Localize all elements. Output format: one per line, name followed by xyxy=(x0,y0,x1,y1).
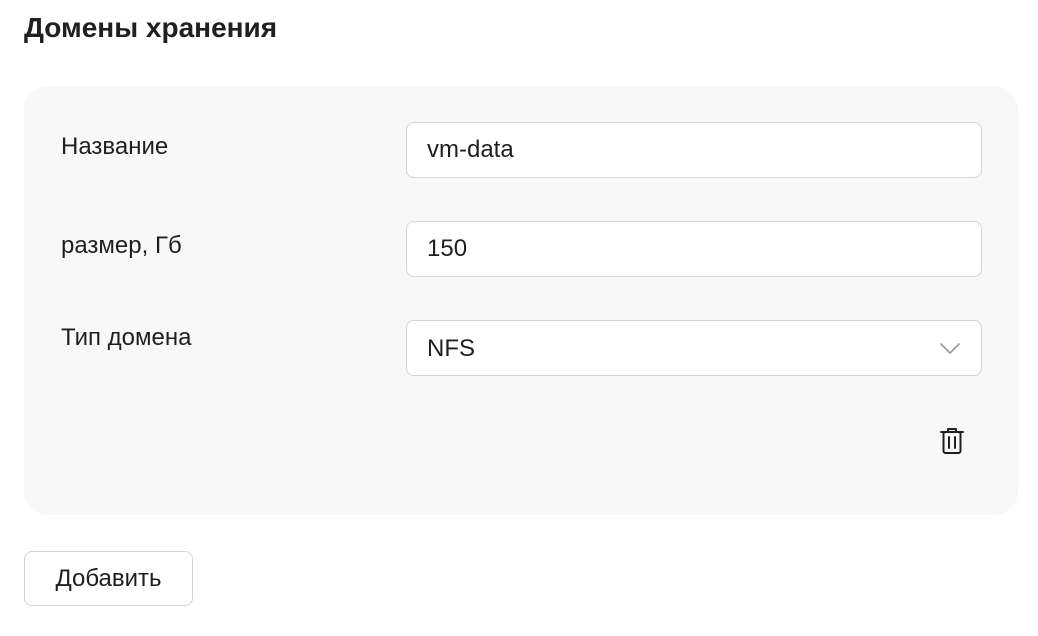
trash-icon[interactable] xyxy=(936,425,968,457)
size-input[interactable] xyxy=(407,222,981,276)
size-label: размер, Гб xyxy=(61,232,182,259)
add-button[interactable]: Добавить xyxy=(24,551,193,606)
name-input[interactable] xyxy=(407,123,981,177)
size-field[interactable] xyxy=(406,221,982,277)
storage-domain-card: Название размер, Гб Тип домена NFS xyxy=(24,86,1018,515)
section-title: Домены хранения xyxy=(24,12,278,43)
name-field[interactable] xyxy=(406,122,982,178)
domain-type-label: Тип домена xyxy=(61,324,192,351)
domain-type-select[interactable]: NFS xyxy=(406,320,982,376)
name-label: Название xyxy=(61,133,169,160)
domain-type-value: NFS xyxy=(427,335,475,362)
chevron-down-icon xyxy=(940,343,960,354)
